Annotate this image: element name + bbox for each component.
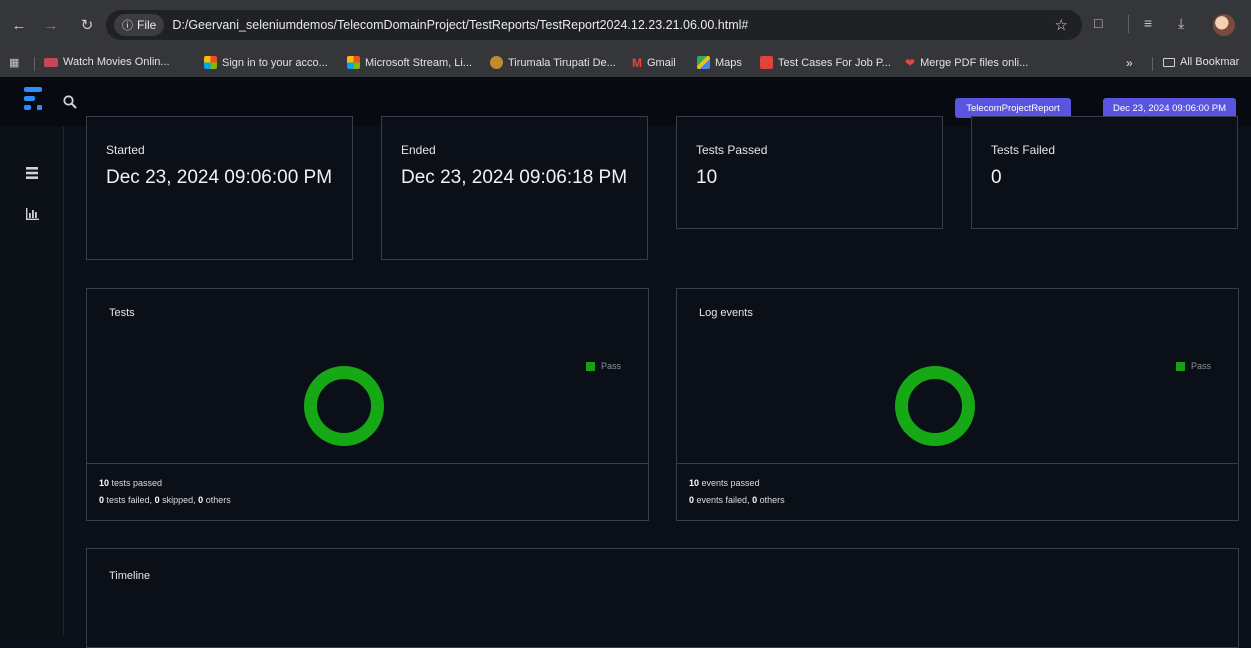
stat-card-tests-passed: Tests Passed 10: [676, 116, 943, 229]
gmail-icon: M: [632, 56, 642, 70]
report-date-badge: Dec 23, 2024 09:06:00 PM: [1103, 98, 1236, 118]
bookmark-label: Test Cases For Job P...: [778, 56, 891, 69]
stat-card-ended: Ended Dec 23, 2024 09:06:18 PM: [381, 116, 648, 260]
bookmark-label: Merge PDF files onli...: [920, 57, 1029, 69]
bookmarks-divider: [1152, 57, 1153, 71]
apps-icon[interactable]: ▦: [9, 56, 19, 69]
microsoft-icon: [347, 56, 360, 69]
legend-swatch: [1176, 361, 1185, 371]
log-events-chart-card: Log events Pass 10 events passed 0 event…: [676, 288, 1239, 521]
microsoft-icon: [204, 56, 217, 69]
address-bar[interactable]: ⓘ File D:/Geervani_seleniumdemos/Telecom…: [106, 10, 1082, 40]
temple-icon: [490, 56, 503, 69]
chart-legend[interactable]: Pass: [1176, 361, 1211, 371]
bookmark-item[interactable]: Tirumala Tirupati De...: [490, 56, 616, 69]
stat-value: Dec 23, 2024 09:06:18 PM: [401, 167, 628, 188]
star-icon[interactable]: ☆: [1055, 16, 1068, 34]
chart-icon[interactable]: [26, 208, 39, 220]
bookmark-label: Gmail: [647, 57, 676, 69]
all-bookmarks-label: All Bookmar: [1180, 56, 1240, 68]
list-icon[interactable]: [26, 167, 38, 179]
heart-icon: ❤: [905, 56, 916, 70]
all-bookmarks-button[interactable]: All Bookmar: [1163, 56, 1239, 68]
stat-label: Tests Failed: [991, 143, 1056, 157]
reload-icon[interactable]: ↻: [76, 14, 98, 36]
bookmark-item[interactable]: M Gmail: [632, 56, 676, 70]
bookmark-item[interactable]: Microsoft Stream, Li...: [347, 56, 472, 69]
card-title: Log events: [699, 307, 753, 319]
stat-label: Ended: [401, 143, 436, 157]
aha-icon: [44, 57, 58, 67]
bookmark-item[interactable]: Watch Movies Onlin...: [44, 56, 170, 68]
card-footer: 10 tests passed 0 tests failed, 0 skippe…: [87, 463, 648, 521]
more-bookmarks-button[interactable]: »: [1126, 56, 1133, 70]
folder-icon: [1163, 57, 1175, 67]
legend-label: Pass: [601, 361, 622, 371]
legend-swatch: [586, 361, 595, 371]
timeline-card: Timeline: [86, 548, 1239, 648]
testcases-icon: [760, 56, 773, 69]
stat-card-started: Started Dec 23, 2024 09:06:00 PM: [86, 116, 353, 260]
toolbar-divider: [1128, 15, 1129, 33]
card-title: Tests: [109, 307, 135, 319]
search-icon[interactable]: [63, 95, 77, 109]
tests-donut-chart[interactable]: [304, 366, 384, 446]
bookmark-label: Tirumala Tirupati De...: [508, 56, 616, 69]
stat-value: 10: [696, 167, 718, 188]
stat-label: Tests Passed: [696, 143, 768, 157]
chart-legend[interactable]: Pass: [586, 361, 621, 371]
forward-icon[interactable]: →: [40, 14, 62, 36]
info-icon: ⓘ: [122, 20, 133, 32]
stat-value: Dec 23, 2024 09:06:00 PM: [106, 167, 333, 188]
bookmarks-divider: [34, 57, 35, 71]
events-donut-chart[interactable]: [895, 366, 975, 446]
extensions-icon[interactable]: □: [1094, 15, 1102, 31]
legend-label: Pass: [1191, 361, 1212, 371]
bookmark-item[interactable]: Test Cases For Job P...: [760, 56, 891, 69]
stat-value: 0: [991, 167, 1002, 188]
stat-card-tests-failed: Tests Failed 0: [971, 116, 1238, 229]
bookmark-label: Sign in to your acco...: [222, 56, 328, 69]
bookmark-label: Maps: [715, 56, 742, 69]
extent-logo-icon: [24, 87, 42, 110]
report-sidebar: [0, 126, 64, 636]
back-icon[interactable]: ←: [8, 14, 30, 36]
card-title: Timeline: [109, 570, 151, 582]
bookmarks-bar: ▦ Watch Movies Onlin... Sign in to your …: [0, 50, 1251, 77]
address-row: ← → ↻ ⓘ File D:/Geervani_seleniumdemos/T…: [0, 0, 1251, 50]
other-summary: 0 events failed, 0 others: [689, 495, 785, 505]
dashboard-content: Started Dec 23, 2024 09:06:00 PM Ended D…: [64, 116, 1251, 648]
card-footer: 10 events passed 0 events failed, 0 othe…: [677, 463, 1238, 521]
download-icon[interactable]: ⤓: [1178, 15, 1184, 32]
other-summary: 0 tests failed, 0 skipped, 0 others: [99, 495, 231, 505]
url-text[interactable]: D:/Geervani_seleniumdemos/TelecomDomainP…: [172, 18, 748, 32]
bookmark-label: Microsoft Stream, Li...: [365, 56, 472, 69]
bookmark-item[interactable]: Maps: [697, 56, 742, 69]
reading-list-icon[interactable]: ≡: [1144, 15, 1152, 31]
file-chip-label: File: [137, 18, 157, 32]
passed-summary: 10 events passed: [689, 478, 760, 488]
profile-avatar[interactable]: [1213, 14, 1235, 36]
report-name-badge: TelecomProjectReport: [955, 98, 1071, 118]
bookmark-item[interactable]: Sign in to your acco...: [204, 56, 328, 69]
bookmark-item[interactable]: ❤ Merge PDF files onli...: [905, 56, 1028, 70]
site-info-chip[interactable]: ⓘ File: [114, 14, 165, 36]
maps-icon: [697, 56, 710, 69]
bookmark-label: Watch Movies Onlin...: [63, 56, 170, 68]
passed-summary: 10 tests passed: [99, 478, 163, 488]
tests-chart-card: Tests Pass 10 tests passed 0 tests faile…: [86, 288, 649, 521]
stat-label: Started: [106, 143, 145, 157]
